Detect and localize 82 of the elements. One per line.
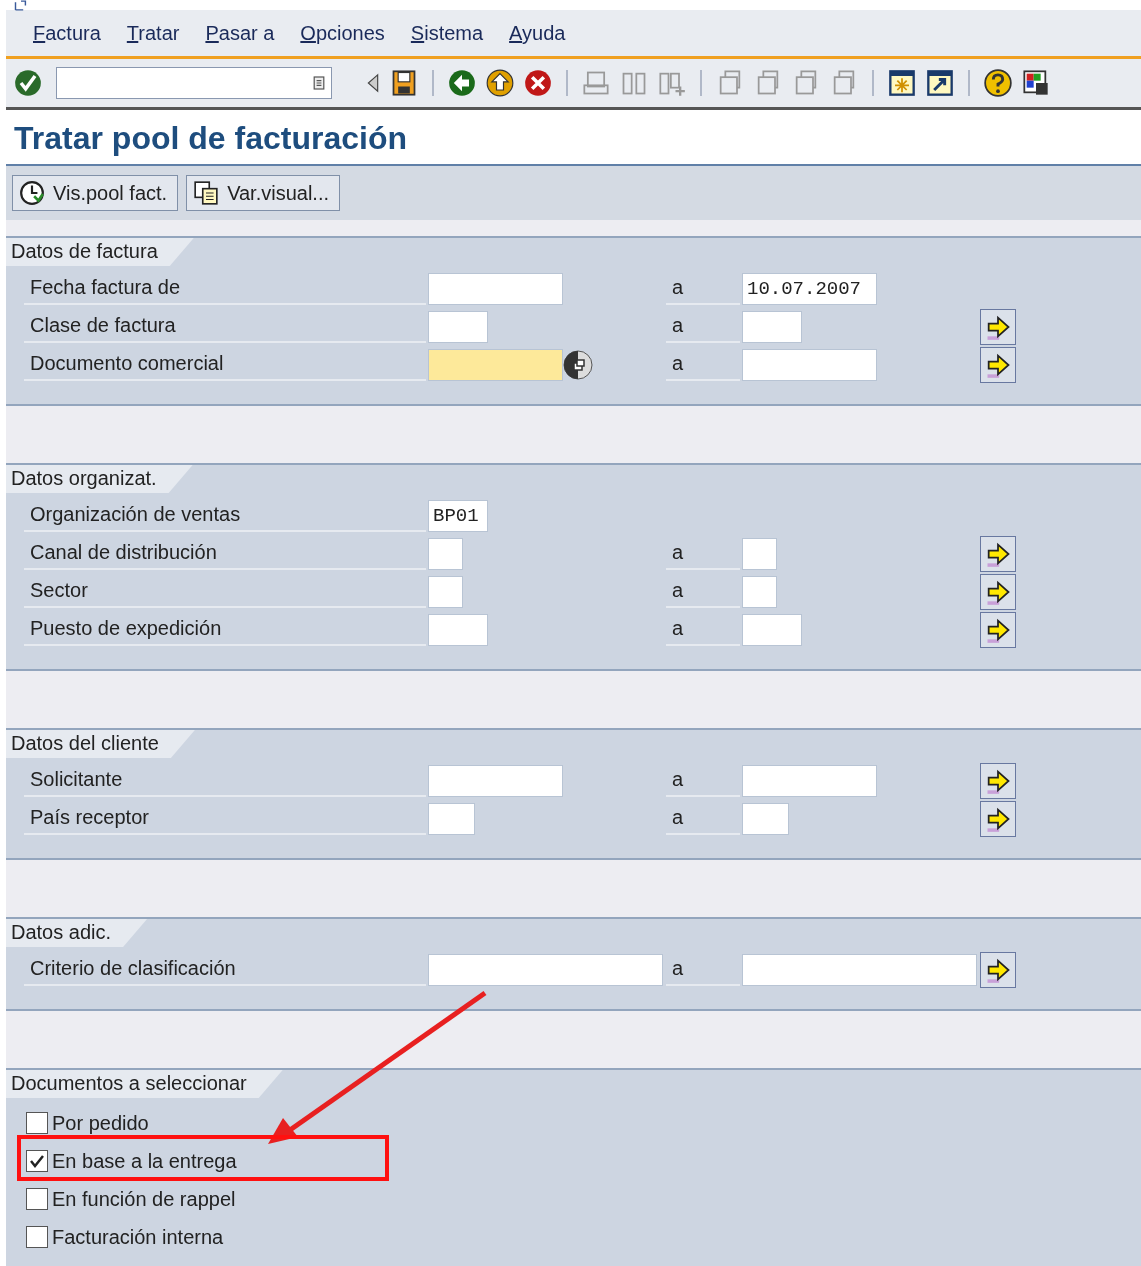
- menu-item[interactable]: Sistema: [410, 21, 484, 45]
- menu-item[interactable]: Opciones: [300, 21, 385, 45]
- cancel-icon[interactable]: [524, 69, 552, 97]
- clock-icon: [19, 180, 45, 206]
- group-title: Datos adic.: [6, 919, 148, 947]
- range-label: a: [666, 803, 740, 835]
- input-field[interactable]: [428, 349, 563, 381]
- multiple-selection-button[interactable]: [980, 536, 1016, 572]
- field-label: Solicitante: [24, 765, 426, 797]
- checkbox[interactable]: [26, 1112, 48, 1134]
- input-field[interactable]: [742, 311, 802, 343]
- input-field[interactable]: [742, 538, 777, 570]
- range-label: a: [666, 576, 740, 608]
- multiple-selection-button[interactable]: [980, 612, 1016, 648]
- input-field[interactable]: BP01: [428, 500, 488, 532]
- input-field[interactable]: [428, 273, 563, 305]
- range-label: a: [666, 765, 740, 797]
- field-label: País receptor: [24, 803, 426, 835]
- input-field[interactable]: [742, 803, 789, 835]
- group-title: Datos organizat.: [6, 465, 193, 493]
- field-label: Canal de distribución: [24, 538, 426, 570]
- input-field[interactable]: [428, 614, 488, 646]
- range-label: a: [666, 273, 740, 305]
- checkbox[interactable]: [26, 1226, 48, 1248]
- range-label: a: [666, 954, 740, 986]
- multiple-selection-button[interactable]: [980, 763, 1016, 799]
- toolbar-button[interactable]: Var.visual...: [186, 175, 341, 211]
- group-title: Documentos a seleccionar: [6, 1070, 283, 1098]
- input-field[interactable]: [428, 765, 563, 797]
- checkbox[interactable]: [26, 1188, 48, 1210]
- save-icon[interactable]: [390, 69, 418, 97]
- multiple-selection-button[interactable]: [980, 574, 1016, 610]
- field-label: Puesto de expedición: [24, 614, 426, 646]
- history-icon[interactable]: [313, 75, 325, 91]
- input-field[interactable]: [428, 803, 475, 835]
- checkbox-label[interactable]: En base a la entrega: [52, 1149, 237, 1173]
- toolbar-button[interactable]: Vis.pool fact.: [12, 175, 179, 211]
- input-field[interactable]: [428, 954, 663, 986]
- group-title: Datos del cliente: [6, 730, 195, 758]
- group-title: Datos de factura: [6, 238, 194, 266]
- input-field[interactable]: [742, 765, 877, 797]
- input-field[interactable]: [742, 614, 802, 646]
- field-label: Documento comercial: [24, 349, 426, 381]
- enter-icon[interactable]: [14, 69, 42, 97]
- menu-item[interactable]: Pasar a: [205, 21, 275, 45]
- checkbox-label[interactable]: En función de rappel: [52, 1187, 236, 1211]
- exit-icon[interactable]: [486, 69, 514, 97]
- search-help-icon[interactable]: [563, 350, 593, 380]
- field-label: Sector: [24, 576, 426, 608]
- field-label: Criterio de clasificación: [24, 954, 426, 986]
- screen-title: Tratar pool de facturación: [14, 119, 407, 157]
- multiple-selection-button[interactable]: [980, 347, 1016, 383]
- menu-item[interactable]: Factura: [33, 21, 101, 45]
- input-field[interactable]: [742, 954, 977, 986]
- input-field[interactable]: 10.07.2007: [742, 273, 877, 305]
- range-label: a: [666, 349, 740, 381]
- range-label: a: [666, 538, 740, 570]
- range-label: a: [666, 311, 740, 343]
- menu-item[interactable]: Tratar: [126, 21, 180, 45]
- input-field[interactable]: [428, 311, 488, 343]
- command-field[interactable]: [56, 67, 332, 99]
- input-field[interactable]: [428, 576, 463, 608]
- field-label: Clase de factura: [24, 311, 426, 343]
- checkbox[interactable]: [26, 1150, 48, 1172]
- back-icon[interactable]: [448, 69, 476, 97]
- field-label: Fecha factura de: [24, 273, 426, 305]
- input-field[interactable]: [428, 538, 463, 570]
- input-field[interactable]: [742, 349, 877, 381]
- help-icon[interactable]: [984, 69, 1012, 97]
- multiple-selection-button[interactable]: [980, 309, 1016, 345]
- multiple-selection-button[interactable]: [980, 801, 1016, 837]
- new-window-icon[interactable]: [888, 69, 916, 97]
- input-field[interactable]: [742, 576, 777, 608]
- shortcut-icon[interactable]: [926, 69, 954, 97]
- menu-item[interactable]: Ayuda: [509, 21, 566, 45]
- copy-icon: [193, 180, 220, 206]
- layout-icon[interactable]: [1022, 69, 1050, 97]
- field-label: Organización de ventas: [24, 500, 426, 532]
- multiple-selection-button[interactable]: [980, 952, 1016, 988]
- checkbox-label[interactable]: Por pedido: [52, 1111, 149, 1135]
- range-label: a: [666, 614, 740, 646]
- checkbox-label[interactable]: Facturación interna: [52, 1225, 224, 1249]
